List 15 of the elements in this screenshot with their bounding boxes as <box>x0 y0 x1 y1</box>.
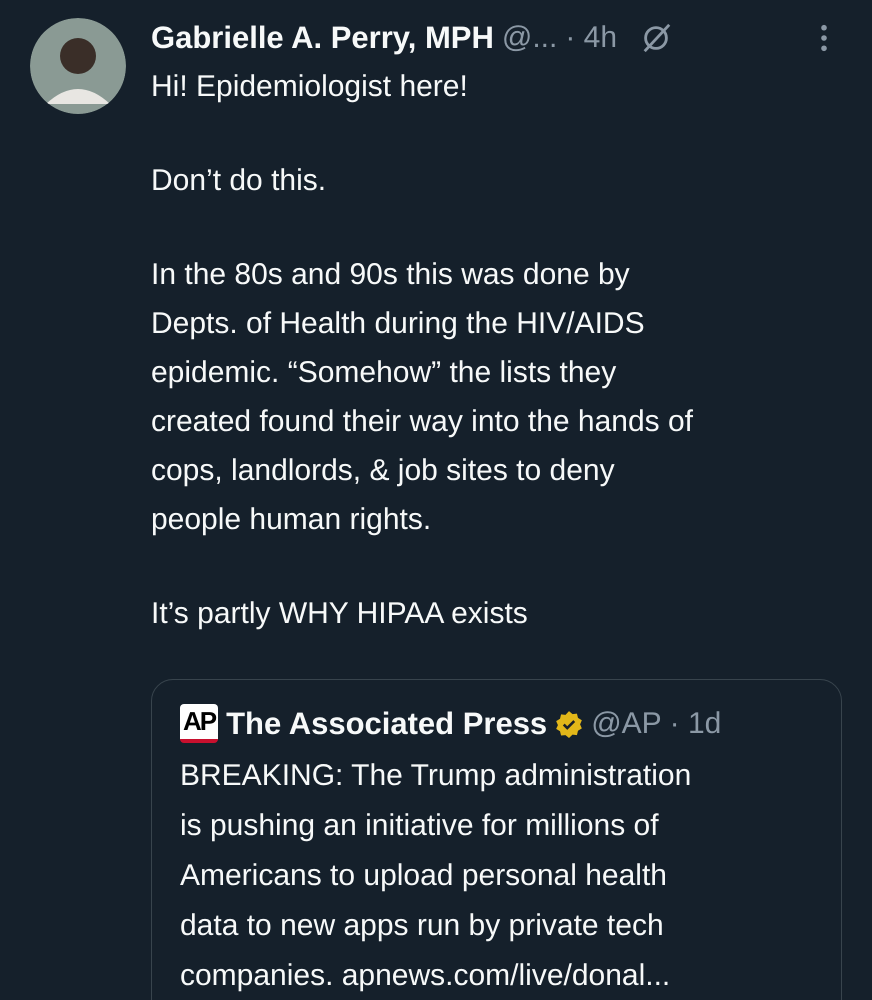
author-handle[interactable]: @... <box>502 21 558 55</box>
post-paragraph: It’s partly WHY HIPAA exists <box>151 596 529 632</box>
avatar[interactable] <box>30 18 126 114</box>
quoted-handle: @AP <box>591 706 662 740</box>
quoted-time: · 1d <box>670 706 722 740</box>
quoted-post-text: BREAKING: The Trump administration is pushing an initiative for millions of Americans to upload personal health data to new apps run by private tech companies. apnews.com/live/donal... <box>180 758 692 994</box>
more-options-icon[interactable] <box>820 24 828 52</box>
post-paragraph: In the 80s and 90s this was done by Depts. of Health during the HIV/AIDS epidemic. “Somehow” the lists they created found their way into the hands of cops, landlords, & job sites to deny people human rights. <box>151 257 694 538</box>
post-paragraph: Hi! Epidemiologist here! <box>151 69 469 105</box>
quoted-author-name: The Associated Press <box>226 706 548 742</box>
quoted-post-card[interactable] <box>151 679 842 1000</box>
post-paragraph: Don’t do this. <box>151 163 328 199</box>
author-name[interactable]: Gabrielle A. Perry, MPH <box>151 20 494 56</box>
post-time: · 4h <box>565 21 618 55</box>
news-logo: AP <box>180 704 218 743</box>
